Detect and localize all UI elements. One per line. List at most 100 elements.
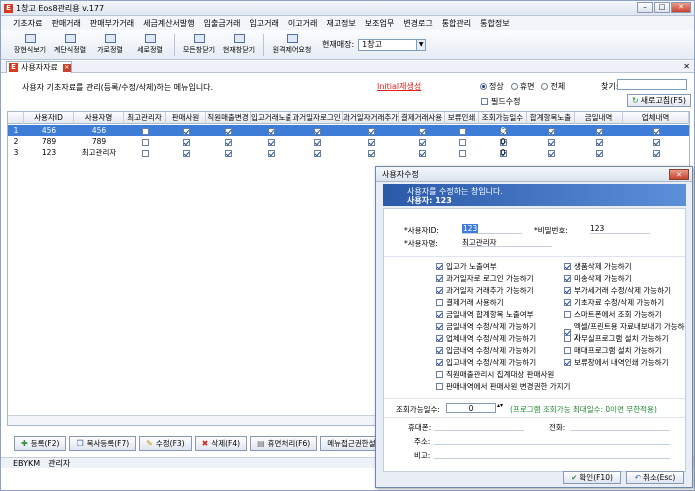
column-header[interactable]: 직원매출변경 <box>206 112 251 124</box>
search-input[interactable] <box>617 79 687 90</box>
table-row[interactable]: 3 123 최고관리자 0 <box>8 147 689 158</box>
column-header[interactable]: 사용자명 <box>74 112 124 124</box>
column-header[interactable]: 금일내역 <box>575 112 623 124</box>
checkbox-icon[interactable] <box>313 127 321 135</box>
register-button[interactable]: ✚ 등록(F2) <box>14 435 67 451</box>
address-field[interactable] <box>434 435 670 445</box>
dormant-button[interactable]: ▤ 휴면처리(F6) <box>250 435 318 451</box>
checkbox-icon[interactable] <box>267 127 275 135</box>
checkbox-icon[interactable] <box>418 138 426 146</box>
permission-option[interactable]: 판매내역에서 판매사원 변경권한 가지기 <box>436 381 570 392</box>
refresh-button[interactable]: ↻ 새로고침(F5) <box>627 94 691 107</box>
permission-option[interactable]: 사무실프로그램 설치 가능하기 <box>564 333 668 344</box>
password-field[interactable]: 123 <box>590 224 650 234</box>
permission-option[interactable]: 입고내역 수정/삭제 가능하기 <box>436 357 536 368</box>
checkbox-icon[interactable] <box>141 149 149 157</box>
column-header[interactable]: 사용자ID <box>24 112 74 124</box>
close-tab-icon[interactable]: ✕ <box>62 63 71 72</box>
stepper-icon[interactable]: ▴▾ <box>497 402 503 409</box>
permission-option[interactable]: 직원매출관리시 집계대상 판매사원 <box>436 369 554 380</box>
radio-leave[interactable]: 휴면 <box>510 81 534 92</box>
mobile-field[interactable] <box>434 421 524 431</box>
menu-item[interactable]: 보조업무 <box>365 18 394 29</box>
close-icon[interactable]: ✕ <box>683 62 690 71</box>
permission-option[interactable]: 입금내역 수정/삭제 가능하기 <box>436 345 536 356</box>
checkbox-icon[interactable] <box>225 127 232 135</box>
toolbar-button[interactable]: 원격제어요청 <box>268 34 316 55</box>
memo-field[interactable] <box>434 449 670 459</box>
permission-option[interactable]: 보류창에서 내역인쇄 가능하기 <box>564 357 668 368</box>
permission-option[interactable]: 입고가 노출여부 <box>436 261 497 272</box>
column-header[interactable]: 과거일자거래추가 <box>343 112 399 124</box>
days-input[interactable]: 0 <box>446 403 496 413</box>
checkbox-icon[interactable] <box>547 149 555 157</box>
toolbar-button[interactable]: 계단식정렬 <box>50 34 90 55</box>
permission-option[interactable]: 기초자료 수정/삭제 가능하기 <box>564 297 664 308</box>
column-header[interactable]: 보류인쇄 <box>445 112 479 124</box>
checkbox-icon[interactable] <box>267 138 275 146</box>
edit-button[interactable]: ✎ 수정(F3) <box>139 435 192 451</box>
checkbox-icon[interactable] <box>182 127 190 135</box>
table-row[interactable]: 2 789 789 0 <box>8 136 689 147</box>
toolbar-button[interactable]: 현재창닫기 <box>219 34 259 55</box>
minimize-button[interactable]: – <box>637 2 653 13</box>
permission-option[interactable]: 금일내역 수정/삭제 가능하기 <box>436 321 536 332</box>
menu-item[interactable]: 판매거래 <box>51 18 80 29</box>
column-header[interactable]: 입고거래노출 <box>251 112 291 124</box>
menu-item[interactable]: 재고정보 <box>326 18 355 29</box>
menu-item[interactable]: 변경로그 <box>403 18 432 29</box>
permission-option[interactable]: 스마트폰에서 조회 가능하기 <box>564 309 662 320</box>
column-header[interactable]: 합계항목노출 <box>527 112 575 124</box>
toolbar-button[interactable]: 모든창닫기 <box>179 34 219 55</box>
maximize-button[interactable]: □ <box>654 2 670 13</box>
checkbox-icon[interactable] <box>418 149 426 157</box>
checkbox-icon[interactable] <box>182 138 190 146</box>
checkbox-icon[interactable] <box>182 149 190 157</box>
radio-all[interactable]: 전체 <box>541 81 565 92</box>
menu-item[interactable]: 세금계산서발행 <box>143 18 195 29</box>
permission-option[interactable]: 생품삭제 가능하기 <box>564 261 632 272</box>
column-header[interactable]: 과거일자로그인 <box>291 112 343 124</box>
checkbox-icon[interactable] <box>367 149 375 157</box>
permission-option[interactable]: 결제거래 사용하기 <box>436 297 504 308</box>
menu-item[interactable]: 통합관리 <box>442 18 471 29</box>
regenerate-initial-link[interactable]: Initial재생성 <box>377 81 421 92</box>
permission-option[interactable]: 금일내역 합계항목 노출여부 <box>436 309 534 320</box>
checkbox-icon[interactable] <box>595 138 603 146</box>
radio-normal[interactable]: 정상 <box>480 81 504 92</box>
checkbox-icon[interactable] <box>267 149 275 157</box>
menu-item[interactable]: 입고거래 <box>249 18 278 29</box>
checkbox-icon[interactable] <box>313 138 321 146</box>
field-edit-toggle[interactable]: 필드수정 <box>481 96 520 107</box>
menu-item[interactable]: 통합정보 <box>480 18 509 29</box>
permission-option[interactable]: 과거일자로 로그인 가능하기 <box>436 273 534 284</box>
checkbox-icon[interactable] <box>547 138 555 146</box>
user-name-field[interactable]: 최고관리자 <box>462 237 552 247</box>
toolbar-button[interactable]: 세로정렬 <box>130 34 170 55</box>
checkbox-icon[interactable] <box>141 138 149 146</box>
checkbox-icon[interactable] <box>367 127 375 135</box>
permission-option[interactable]: 과거일자 거래추가 가능하기 <box>436 285 534 296</box>
cancel-button[interactable]: ↶ 취소(Esc) <box>626 471 684 484</box>
column-header[interactable]: 조회가능일수 <box>479 112 527 124</box>
checkbox-icon[interactable] <box>458 127 466 135</box>
column-header[interactable]: 결제거래사용 <box>399 112 445 124</box>
permission-option[interactable]: 업체내역 수정/삭제 가능하기 <box>436 333 536 344</box>
checkbox-icon[interactable] <box>458 149 466 157</box>
permission-option[interactable]: 매대프로그램 설치 가능하기 <box>564 345 662 356</box>
checkbox-icon[interactable] <box>652 138 660 146</box>
permission-option[interactable]: 미송삭제 가능하기 <box>564 273 632 284</box>
store-select[interactable]: 1창고 ▼ <box>358 38 427 51</box>
checkbox-icon[interactable] <box>418 127 426 135</box>
menu-item[interactable]: 판매부가거래 <box>90 18 134 29</box>
checkbox-icon[interactable] <box>652 127 660 135</box>
menu-item[interactable]: 기초자료 <box>13 18 42 29</box>
checkbox-icon[interactable] <box>458 138 466 146</box>
close-button[interactable]: ✕ <box>671 2 691 13</box>
checkbox-icon[interactable] <box>367 138 375 146</box>
checkbox-icon[interactable] <box>595 127 603 135</box>
toolbar-button[interactable]: 장현식보기 <box>10 34 50 55</box>
column-header[interactable]: 판매사원 <box>166 112 206 124</box>
checkbox-icon[interactable] <box>313 149 321 157</box>
column-header[interactable]: 업체내역 <box>623 112 689 124</box>
